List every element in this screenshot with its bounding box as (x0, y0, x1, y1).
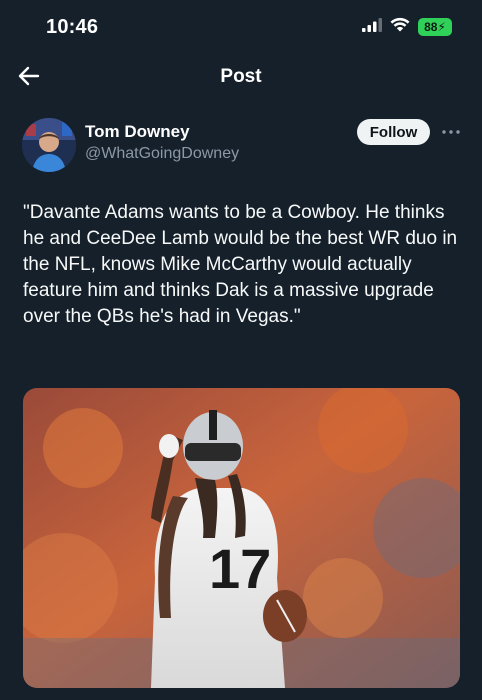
status-bar: 10:46 88⚡ (0, 0, 482, 56)
status-icons: 88⚡ (362, 17, 452, 37)
battery-level: 88 (424, 20, 438, 34)
author-name[interactable]: Tom Downey (85, 122, 190, 142)
battery-charging-icon: 88⚡ (418, 18, 452, 36)
status-time: 10:46 (46, 16, 99, 38)
page-title: Post (220, 66, 262, 87)
post-image[interactable]: 17 (23, 388, 460, 688)
more-horizontal-icon[interactable] (440, 122, 462, 140)
signal-icon (362, 17, 382, 37)
charging-bolt-icon: ⚡ (437, 20, 446, 34)
jersey-number: 17 (209, 537, 271, 600)
author-handle[interactable]: @WhatGoingDowney (85, 145, 239, 163)
avatar[interactable] (22, 118, 76, 172)
follow-button[interactable]: Follow (357, 119, 430, 145)
nav-bar: Post (0, 56, 482, 100)
wifi-icon (390, 17, 410, 37)
post-text: "Davante Adams wants to be a Cowboy. He … (23, 202, 458, 327)
post-header: Tom Downey @WhatGoingDowney Follow (22, 118, 462, 174)
